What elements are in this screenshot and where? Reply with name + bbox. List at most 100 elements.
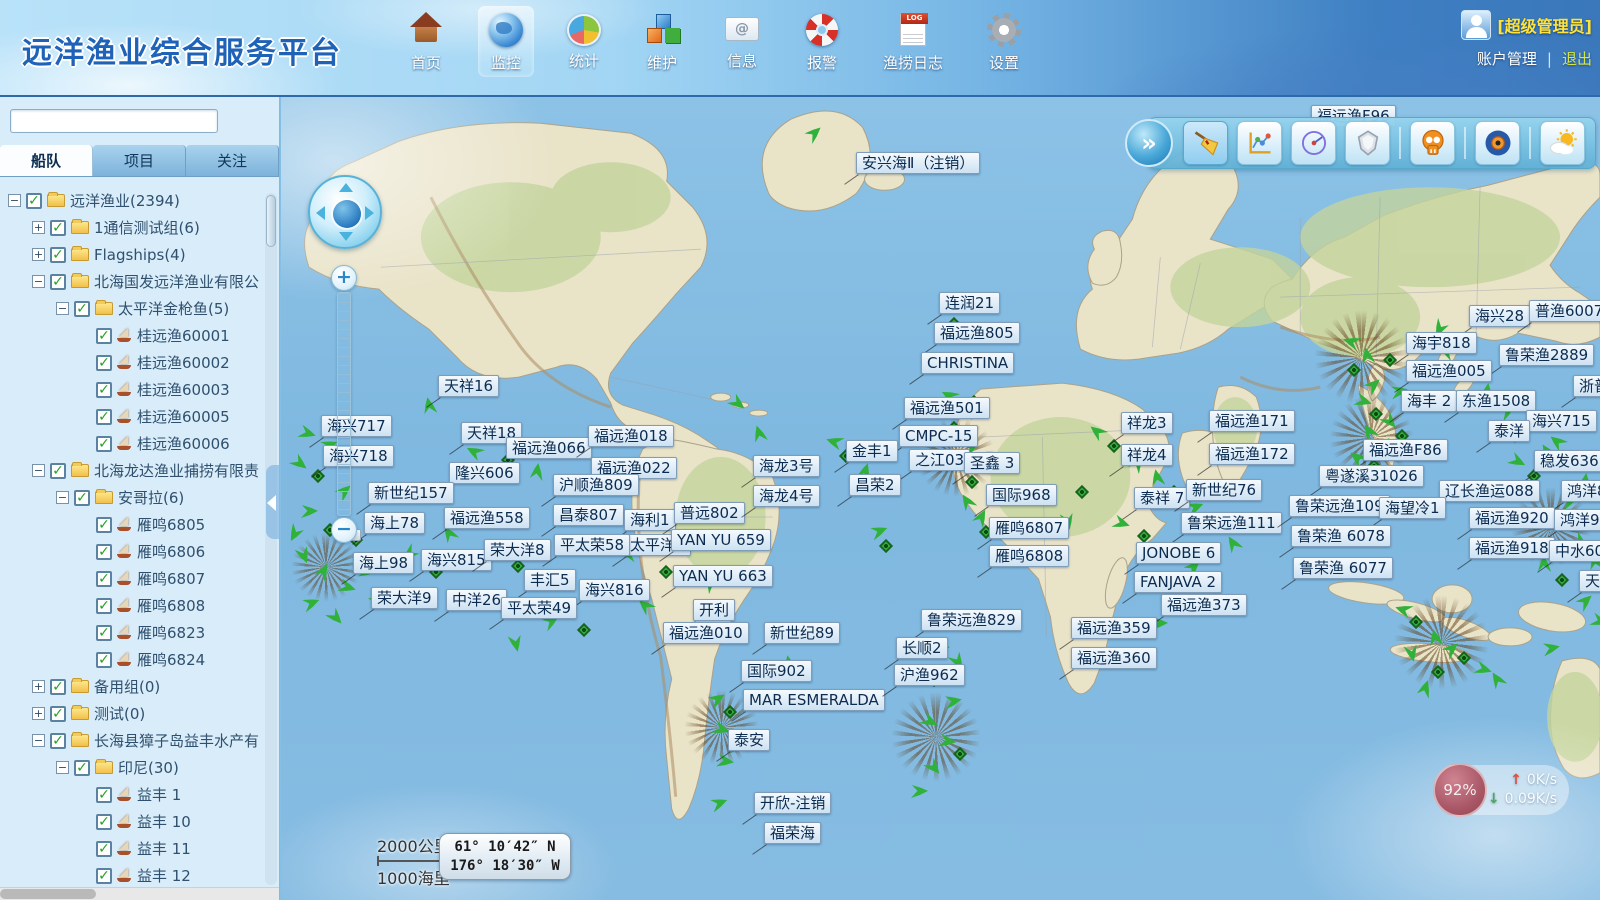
vessel-label[interactable]: 海兴28 xyxy=(1469,305,1530,327)
vessel-label[interactable]: 鲁荣远渔829 xyxy=(921,609,1022,631)
tree-checkbox[interactable]: ✓ xyxy=(50,463,66,479)
vessel-label[interactable]: 祥龙3 xyxy=(1121,412,1173,434)
vessel-label[interactable]: 金丰1 xyxy=(846,440,898,462)
tree-checkbox[interactable]: ✓ xyxy=(74,490,90,506)
vessel-label[interactable]: 平太荣49 xyxy=(501,597,577,619)
tree-checkbox[interactable]: ✓ xyxy=(96,355,112,371)
vessel-label[interactable]: 平太荣58 xyxy=(554,534,630,556)
vessel-label[interactable]: 国际968 xyxy=(986,484,1057,506)
vessel-label[interactable]: 荣大洋9 xyxy=(371,587,438,609)
tree-checkbox[interactable]: ✓ xyxy=(96,328,112,344)
vessel-label[interactable]: 鲁荣渔2889 xyxy=(1499,344,1594,366)
tree-vessel-label[interactable]: 雁鸣6805 xyxy=(137,514,205,535)
tree-group-label[interactable]: 1通信测试组(6) xyxy=(94,217,200,238)
tree-vessel-label[interactable]: 雁鸣6806 xyxy=(137,541,205,562)
vessel-label[interactable]: 辽长渔运088 xyxy=(1439,480,1540,502)
tree-group-label[interactable]: 太平洋金枪鱼(5) xyxy=(118,298,229,319)
logout-link[interactable]: 退出 xyxy=(1562,48,1592,69)
pan-center-globe[interactable] xyxy=(333,200,361,228)
collapse-toggle[interactable]: − xyxy=(8,194,21,207)
vessel-label[interactable]: 隆兴606 xyxy=(449,462,520,484)
tree-vessel-label[interactable]: 桂远渔60006 xyxy=(137,433,230,454)
expand-toggle[interactable]: + xyxy=(32,248,45,261)
vessel-label[interactable]: 福远渔373 xyxy=(1161,594,1247,616)
vessel-label[interactable]: 普远802 xyxy=(674,502,745,524)
tree-vessel-label[interactable]: 雁鸣6808 xyxy=(137,595,205,616)
nav-item-maintain[interactable]: 维护 xyxy=(634,6,690,77)
vessel-label[interactable]: 东渔1508 xyxy=(1456,390,1536,412)
vessel-label[interactable]: 福远渔558 xyxy=(444,507,530,529)
tree-checkbox[interactable]: ✓ xyxy=(50,220,66,236)
tree-checkbox[interactable]: ✓ xyxy=(96,787,112,803)
vessel-label[interactable]: 雁鸣6807 xyxy=(989,517,1069,539)
pan-left-arrow[interactable] xyxy=(316,206,325,220)
tree-checkbox[interactable]: ✓ xyxy=(50,274,66,290)
collapse-toggle[interactable]: − xyxy=(56,761,69,774)
collapse-toggle[interactable]: − xyxy=(32,464,45,477)
vessel-label[interactable]: 海宇818 xyxy=(1406,332,1477,354)
compass-orb-button[interactable] xyxy=(1475,121,1520,165)
vessel-label[interactable]: 鸿洋88 xyxy=(1561,480,1600,502)
vessel-label[interactable]: 荣大洋8 xyxy=(484,539,551,561)
vessel-label[interactable]: 天祥16 xyxy=(438,375,499,397)
vessel-label[interactable]: 普渔6007 xyxy=(1529,300,1600,322)
vessel-label[interactable]: MAR ESMERALDA xyxy=(743,689,885,711)
vessel-label[interactable]: 福远渔010 xyxy=(663,622,749,644)
vessel-label[interactable]: 福荣海 xyxy=(764,822,821,844)
nav-item-home[interactable]: 首页 xyxy=(398,6,454,77)
collapse-toggle[interactable]: − xyxy=(32,734,45,747)
nav-item-settings[interactable]: 设置 xyxy=(976,6,1032,77)
vessel-label[interactable]: 海龙3号 xyxy=(753,455,820,477)
vertical-scrollbar-thumb[interactable] xyxy=(266,195,276,247)
vessel-label[interactable]: 开欣-注销 xyxy=(754,792,831,814)
tree-checkbox[interactable]: ✓ xyxy=(74,301,90,317)
collapse-toggle[interactable]: − xyxy=(56,491,69,504)
vessel-label[interactable]: 昌泰807 xyxy=(553,504,624,526)
tree-checkbox[interactable]: ✓ xyxy=(74,760,90,776)
vessel-label[interactable]: 泰洋 xyxy=(1488,420,1530,442)
vessel-label[interactable]: 开利 xyxy=(693,599,735,621)
vessel-label[interactable]: 之江03 xyxy=(909,449,970,471)
vessel-label[interactable]: 福远渔359 xyxy=(1071,617,1157,639)
vessel-label[interactable]: 泰安 xyxy=(728,729,770,751)
tree-vessel-label[interactable]: 桂远渔60003 xyxy=(137,379,230,400)
vessel-label[interactable]: 鲁荣渔 6077 xyxy=(1293,557,1393,579)
vessel-label[interactable]: 沪渔962 xyxy=(894,664,965,686)
tree-checkbox[interactable]: ✓ xyxy=(96,814,112,830)
expand-toggle[interactable]: + xyxy=(32,707,45,720)
vessel-label[interactable]: 丰汇5 xyxy=(524,569,576,591)
tree-checkbox[interactable]: ✓ xyxy=(96,868,112,884)
tree-vessel-label[interactable]: 益丰 12 xyxy=(137,865,191,886)
tree-group-label[interactable]: 远洋渔业(2394) xyxy=(70,190,180,211)
horizontal-scrollbar-thumb[interactable] xyxy=(0,889,96,899)
vessel-label[interactable]: 福远渔501 xyxy=(904,397,990,419)
tree-vessel-label[interactable]: 桂远渔60002 xyxy=(137,352,230,373)
horizontal-scrollbar[interactable] xyxy=(0,887,280,900)
vessel-label[interactable]: 福远渔918 xyxy=(1469,537,1555,559)
tree-vessel-label[interactable]: 益丰 1 xyxy=(137,784,181,805)
vessel-label[interactable]: 新世纪76 xyxy=(1186,479,1262,501)
tree-checkbox[interactable]: ✓ xyxy=(96,841,112,857)
vessel-label[interactable]: 国际902 xyxy=(741,660,812,682)
vessel-label[interactable]: 连润21 xyxy=(939,292,1000,314)
vessel-label[interactable]: CMPC-15 xyxy=(899,425,978,447)
vessel-label[interactable]: 新世纪157 xyxy=(368,482,454,504)
vessel-label[interactable]: 海利1 xyxy=(624,509,676,531)
tree-vessel-label[interactable]: 益丰 11 xyxy=(137,838,191,859)
tree-checkbox[interactable]: ✓ xyxy=(26,193,42,209)
vessel-label[interactable]: 海望冷1 xyxy=(1379,497,1446,519)
vessel-label[interactable]: 海兴718 xyxy=(323,445,394,467)
nav-item-fishing-log[interactable]: 渔捞日志 xyxy=(874,6,952,77)
vessel-label[interactable]: 福远渔920 xyxy=(1469,507,1555,529)
tree-checkbox[interactable]: ✓ xyxy=(96,571,112,587)
vessel-label[interactable]: 长顺2 xyxy=(896,637,948,659)
vessel-label[interactable]: 中洋26 xyxy=(446,589,507,611)
tree-checkbox[interactable]: ✓ xyxy=(96,544,112,560)
vessel-label[interactable]: 海上98 xyxy=(353,552,414,574)
track-chart-button[interactable] xyxy=(1237,121,1282,165)
vessel-label[interactable]: 海丰 2 xyxy=(1401,390,1457,412)
vessel-label[interactable]: 中水608 xyxy=(1549,540,1600,562)
collapse-toggle[interactable]: − xyxy=(56,302,69,315)
zoom-slider-track[interactable] xyxy=(337,292,351,516)
tree-checkbox[interactable]: ✓ xyxy=(96,652,112,668)
